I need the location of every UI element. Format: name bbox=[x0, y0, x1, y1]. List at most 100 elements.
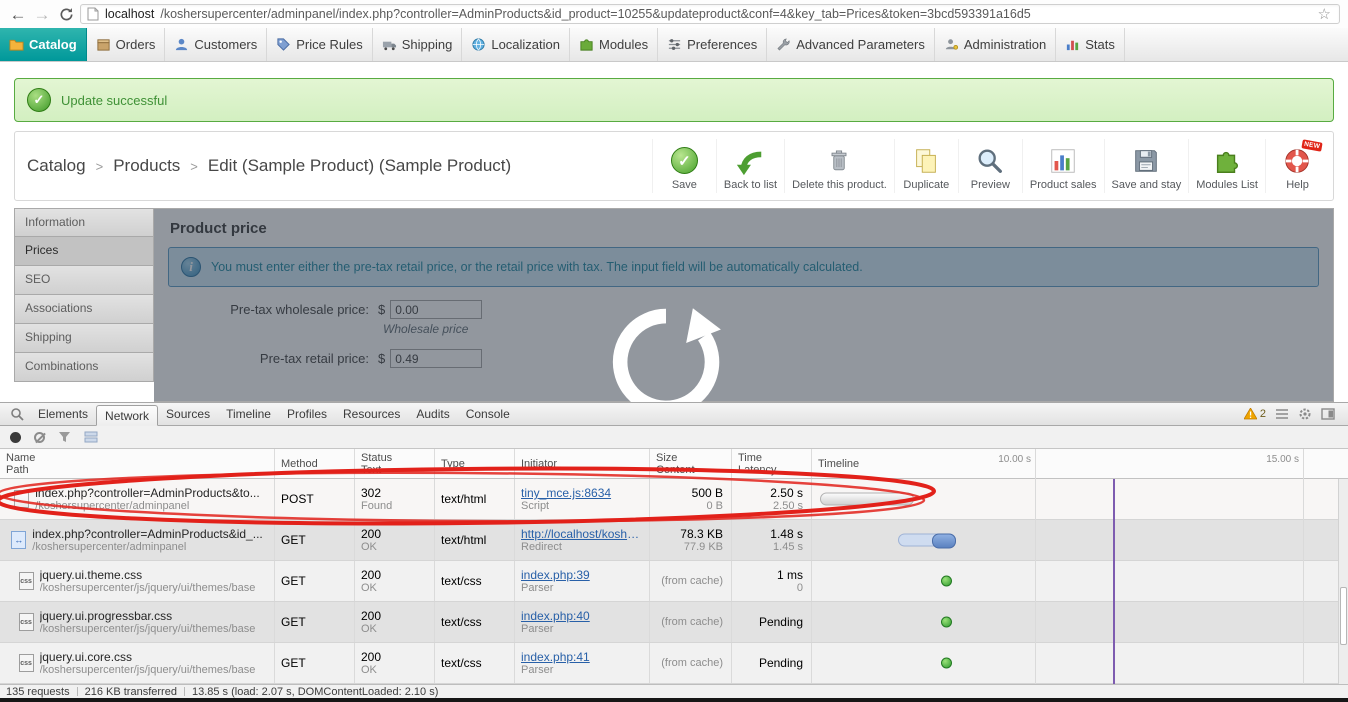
table-row[interactable]: jquery.ui.core.css /koshersupercenter/js… bbox=[0, 643, 1348, 684]
table-row[interactable]: index.php?controller=AdminProducts&to...… bbox=[0, 479, 1348, 520]
success-alert: Update successful bbox=[14, 78, 1334, 122]
nav-tab-administration[interactable]: Administration bbox=[935, 28, 1057, 61]
request-path: /koshersupercenter/adminpanel bbox=[32, 541, 187, 553]
url-path: /koshersupercenter/adminpanel/index.php?… bbox=[160, 7, 1031, 21]
tab-shipping[interactable]: Shipping bbox=[14, 324, 154, 353]
nav-tab-price-rules[interactable]: Price Rules bbox=[267, 28, 373, 61]
nav-tab-label: Localization bbox=[491, 37, 560, 52]
button-label: Back to list bbox=[723, 179, 778, 191]
filter-icon[interactable] bbox=[58, 431, 71, 443]
nav-tab-localization[interactable]: Localization bbox=[462, 28, 570, 61]
request-latency: 0 bbox=[796, 582, 803, 594]
action-toolbar: Save Back to list Delete this product. bbox=[651, 139, 1329, 193]
product-sales-button[interactable]: Product sales bbox=[1021, 139, 1104, 193]
loading-spinner-icon bbox=[610, 306, 722, 402]
tab-associations[interactable]: Associations bbox=[14, 295, 154, 324]
table-row[interactable]: jquery.ui.theme.css /koshersupercenter/j… bbox=[0, 561, 1348, 602]
puzzle-icon bbox=[579, 37, 594, 52]
column-method[interactable]: Method bbox=[275, 449, 355, 478]
initiator-link[interactable]: http://localhost/koshe... bbox=[521, 527, 643, 541]
save-button[interactable]: Save bbox=[651, 139, 716, 193]
large-rows-icon[interactable] bbox=[84, 431, 98, 443]
column-time[interactable]: Time Latency bbox=[732, 449, 812, 478]
address-bar[interactable]: localhost/koshersupercenter/adminpanel/i… bbox=[80, 4, 1340, 24]
tab-information[interactable]: Information bbox=[14, 208, 154, 237]
request-type: text/css bbox=[441, 656, 482, 670]
globe-icon bbox=[471, 37, 486, 52]
status-code: 302 bbox=[361, 486, 382, 500]
nav-tab-preferences[interactable]: Preferences bbox=[658, 28, 768, 61]
devtools-tab-profiles[interactable]: Profiles bbox=[279, 404, 335, 425]
timeline-tick-label: 15.00 s bbox=[1266, 454, 1299, 465]
tab-prices[interactable]: Prices bbox=[14, 237, 154, 266]
devtools-tab-audits[interactable]: Audits bbox=[408, 404, 457, 425]
search-icon[interactable] bbox=[10, 407, 24, 421]
request-method: GET bbox=[281, 615, 306, 629]
save-and-stay-button[interactable]: Save and stay bbox=[1103, 139, 1189, 193]
nav-tab-modules[interactable]: Modules bbox=[570, 28, 659, 61]
reload-icon[interactable] bbox=[56, 7, 76, 22]
delete-product-button[interactable]: Delete this product. bbox=[784, 139, 894, 193]
table-row[interactable]: index.php?controller=AdminProducts&id_..… bbox=[0, 520, 1348, 561]
button-label: Help bbox=[1286, 179, 1309, 191]
bookmark-star-icon[interactable] bbox=[1316, 7, 1333, 22]
tab-combinations[interactable]: Combinations bbox=[14, 353, 154, 382]
initiator-link[interactable]: index.php:39 bbox=[521, 568, 643, 582]
column-status[interactable]: Status Text bbox=[355, 449, 435, 478]
nav-tab-label: Orders bbox=[115, 37, 156, 52]
nav-tab-orders[interactable]: Orders bbox=[87, 28, 166, 61]
devtools-tab-elements[interactable]: Elements bbox=[30, 404, 96, 425]
devtools-tab-timeline[interactable]: Timeline bbox=[218, 404, 279, 425]
status-text: Found bbox=[361, 500, 393, 512]
button-label: Duplicate bbox=[903, 179, 950, 191]
devtools-tab-resources[interactable]: Resources bbox=[335, 404, 408, 425]
initiator-link[interactable]: tiny_mce.js:8634 bbox=[521, 486, 643, 500]
warnings-button[interactable]: 2 bbox=[1243, 408, 1266, 420]
initiator-link[interactable]: index.php:41 bbox=[521, 650, 643, 664]
devtools-tab-network[interactable]: Network bbox=[96, 405, 159, 426]
save-icon bbox=[670, 147, 698, 174]
request-size: (from cache) bbox=[661, 657, 723, 669]
devtools-tab-console[interactable]: Console bbox=[458, 404, 518, 425]
request-count: 135 requests bbox=[6, 685, 70, 698]
nav-tab-advanced-parameters[interactable]: Advanced Parameters bbox=[767, 28, 935, 61]
nav-tab-stats[interactable]: Stats bbox=[1056, 28, 1125, 61]
request-path: /koshersupercenter/js/jquery/ui/themes/b… bbox=[39, 623, 256, 635]
column-type[interactable]: Type bbox=[435, 449, 515, 478]
cached-dot-icon bbox=[941, 657, 952, 669]
forward-icon[interactable] bbox=[32, 6, 52, 23]
nav-tab-shipping[interactable]: Shipping bbox=[373, 28, 463, 61]
transferred-size: 216 KB transferred bbox=[84, 685, 177, 698]
scrollbar-thumb[interactable] bbox=[1340, 587, 1347, 645]
devtools-scrollbar[interactable] bbox=[1338, 479, 1348, 684]
help-button[interactable]: NEW Help bbox=[1265, 139, 1329, 193]
nav-tab-catalog[interactable]: Catalog bbox=[0, 28, 87, 61]
clear-icon[interactable] bbox=[34, 431, 45, 443]
page: localhost/koshersupercenter/adminpanel/i… bbox=[0, 0, 1348, 702]
column-size[interactable]: Size Content bbox=[650, 449, 732, 478]
request-type: text/html bbox=[441, 492, 487, 506]
tab-seo[interactable]: SEO bbox=[14, 266, 154, 295]
duplicate-button[interactable]: Duplicate bbox=[893, 139, 958, 193]
column-name[interactable]: Name Path bbox=[0, 449, 275, 478]
dock-side-icon[interactable] bbox=[1321, 408, 1335, 420]
modules-list-button[interactable]: Modules List bbox=[1188, 139, 1265, 193]
nav-tab-customers[interactable]: Customers bbox=[165, 28, 268, 61]
back-to-list-button[interactable]: Back to list bbox=[715, 139, 784, 193]
magnifier-icon bbox=[975, 144, 1005, 177]
initiator-link[interactable]: index.php:40 bbox=[521, 609, 643, 623]
request-path: /koshersupercenter/adminpanel bbox=[35, 500, 190, 512]
back-icon[interactable] bbox=[8, 6, 28, 23]
devtools-tab-sources[interactable]: Sources bbox=[158, 404, 218, 425]
breadcrumb-catalog[interactable]: Catalog bbox=[27, 156, 86, 176]
console-drawer-icon[interactable] bbox=[1275, 408, 1289, 420]
breadcrumb-products[interactable]: Products bbox=[113, 156, 180, 176]
table-row[interactable]: jquery.ui.progressbar.css /koshersuperce… bbox=[0, 602, 1348, 643]
column-initiator[interactable]: Initiator bbox=[515, 449, 650, 478]
page-header: Catalog > Products > Edit (Sample Produc… bbox=[14, 131, 1334, 201]
nav-tab-label: Advanced Parameters bbox=[796, 37, 925, 52]
record-icon[interactable] bbox=[10, 431, 21, 443]
preview-button[interactable]: Preview bbox=[957, 139, 1022, 193]
gear-icon[interactable] bbox=[1298, 407, 1312, 421]
document-icon bbox=[14, 490, 30, 508]
